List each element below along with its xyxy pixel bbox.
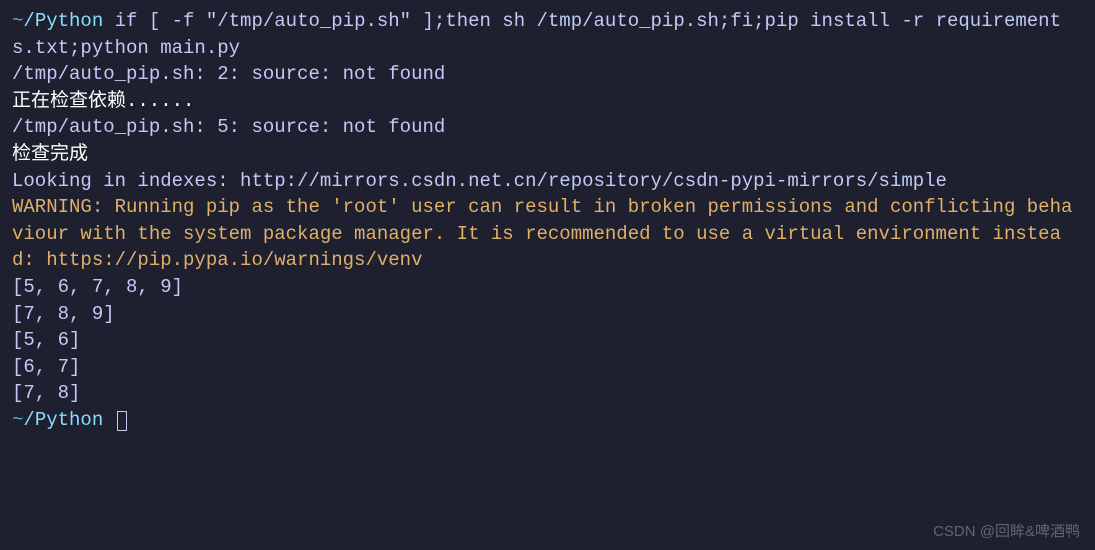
prompt-slash: / (23, 10, 34, 32)
warning-line: WARNING: Running pip as the 'root' user … (12, 194, 1083, 274)
command-text: if [ -f "/tmp/auto_pip.sh" ];then sh /tm… (12, 10, 1061, 59)
cursor (117, 411, 127, 431)
prompt-dir: Python (35, 10, 103, 32)
prompt-dir: Python (35, 409, 103, 431)
prompt-tilde: ~ (12, 409, 23, 431)
output-line: [6, 7] (12, 354, 1083, 381)
terminal-output[interactable]: ~/Python if [ -f "/tmp/auto_pip.sh" ];th… (0, 0, 1095, 442)
prompt-slash: / (23, 409, 34, 431)
output-line: 正在检查依赖...... (12, 88, 1083, 115)
output-line: [7, 8] (12, 380, 1083, 407)
watermark: CSDN @回眸&啤酒鸭 (933, 521, 1080, 542)
output-line: [5, 6] (12, 327, 1083, 354)
output-line: /tmp/auto_pip.sh: 2: source: not found (12, 61, 1083, 88)
output-line: /tmp/auto_pip.sh: 5: source: not found (12, 114, 1083, 141)
output-line: 检查完成 (12, 141, 1083, 168)
prompt-tilde: ~ (12, 10, 23, 32)
output-line: Looking in indexes: http://mirrors.csdn.… (12, 168, 1083, 195)
command-line-2: ~/Python (12, 407, 1083, 434)
output-line: [7, 8, 9] (12, 301, 1083, 328)
command-line-1: ~/Python if [ -f "/tmp/auto_pip.sh" ];th… (12, 8, 1083, 61)
output-line: [5, 6, 7, 8, 9] (12, 274, 1083, 301)
prompt-space (103, 409, 114, 431)
